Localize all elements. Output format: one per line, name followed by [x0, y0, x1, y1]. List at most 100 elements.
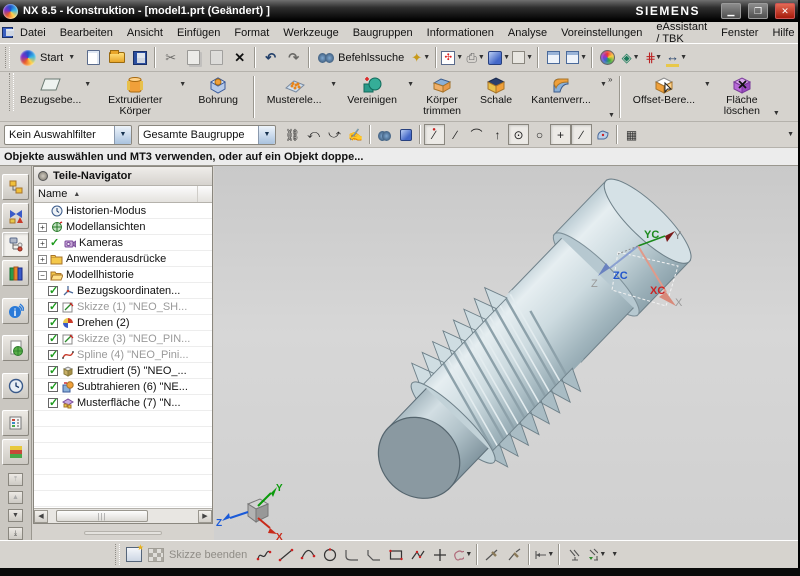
trim-body-button[interactable]: Körper trimmen [414, 73, 470, 121]
hole-button[interactable]: Bohrung [186, 73, 250, 121]
delete-button[interactable]: ✕ [228, 46, 251, 69]
tree-item-subtract[interactable]: Subtrahieren (6) "NE... [34, 379, 212, 395]
switch-window-button[interactable]: ▼ [565, 46, 588, 69]
point-tool-button[interactable] [429, 544, 451, 566]
show-hide-button[interactable]: ◈▼ [619, 46, 642, 69]
render-style-button[interactable]: ⎙▼ [464, 46, 487, 69]
process-studio-tab[interactable] [2, 410, 29, 436]
chevron-down-icon[interactable]: ▼ [773, 110, 780, 117]
toolbar-options-chevron[interactable]: ▼ [611, 551, 618, 558]
toolbar-grip[interactable] [5, 47, 10, 69]
tree-item-model-history[interactable]: − Modellhistorie [34, 267, 212, 283]
rectangle-tool-button[interactable] [385, 544, 407, 566]
tree-item-spline[interactable]: Spline (4) "NEO_Pini... [34, 347, 212, 363]
snap-midpoint-toggle[interactable]: ∕ [445, 124, 466, 145]
extrude-button[interactable]: Extrudierter Körper [91, 73, 179, 121]
minimize-button[interactable]: ▁ [721, 3, 741, 19]
snap-tangent-toggle[interactable]: ⌒ [466, 124, 487, 145]
menu-eassistant[interactable]: eAssistant / TBK [649, 18, 714, 48]
tree-item-user-expressions[interactable]: + Anwenderausdrücke [34, 251, 212, 267]
redo-button[interactable]: ↷ [282, 46, 305, 69]
snap-intersection-toggle[interactable]: + [550, 124, 571, 145]
hd3d-tools-tab[interactable] [2, 335, 29, 361]
selection-scope-combo[interactable]: Gesamte Baugruppe ▼ [138, 125, 276, 145]
scroll-right-arrow[interactable]: ▶ [198, 510, 212, 523]
chevron-down-icon[interactable]: ▼ [330, 81, 337, 88]
constraint-display-button[interactable]: ▼ [585, 544, 607, 566]
panel-splitter[interactable] [33, 526, 213, 539]
menu-bearbeiten[interactable]: Bearbeiten [53, 24, 120, 42]
touch-mode-button[interactable]: ✦▼ [409, 46, 432, 69]
tree-item-datum-csys[interactable]: Bezugskoordinaten... [34, 283, 212, 299]
chamfer-tool-button[interactable] [363, 544, 385, 566]
toolbar-overflow[interactable]: »▼ [607, 73, 616, 121]
assembly-constraints-button[interactable]: ⋕▼ [642, 46, 665, 69]
feature-checkbox[interactable] [48, 350, 58, 360]
menu-format[interactable]: Format [227, 24, 276, 42]
menu-voreinstellungen[interactable]: Voreinstellungen [554, 24, 649, 42]
roles-tab[interactable] [2, 439, 29, 465]
open-file-button[interactable] [105, 46, 128, 69]
menu-einfuegen[interactable]: Einfügen [170, 24, 227, 42]
web-browser-tab[interactable]: i [2, 298, 29, 324]
unite-button[interactable]: Vereinigen [337, 73, 407, 121]
polyline-tool-button[interactable] [407, 544, 429, 566]
solid-body-snap-button[interactable] [395, 124, 416, 145]
select-previous-button[interactable]: ⤺ [303, 124, 324, 145]
reuse-library-tab[interactable] [2, 260, 29, 286]
snap-point-on-face-toggle[interactable] [592, 124, 613, 145]
start-button[interactable]: Start ▼ [13, 46, 82, 70]
fillet-tool-button[interactable] [341, 544, 363, 566]
new-window-button[interactable] [542, 46, 565, 69]
menu-hilfe[interactable]: Hilfe [765, 24, 800, 42]
assembly-navigator-tab[interactable] [2, 174, 29, 200]
chevron-down-icon[interactable]: ▼ [407, 81, 414, 88]
feature-checkbox[interactable] [48, 302, 58, 312]
name-column-header[interactable]: Name ▲ [34, 186, 212, 203]
interpart-select-button[interactable]: ⛓ [282, 124, 303, 145]
line-tool-button[interactable] [275, 544, 297, 566]
collapse-icon[interactable]: − [38, 271, 47, 280]
snap-pole-toggle[interactable]: ↑ [487, 124, 508, 145]
menu-informationen[interactable]: Informationen [420, 24, 501, 42]
toolbar-grip[interactable] [9, 73, 14, 111]
paste-button[interactable] [205, 46, 228, 69]
menu-baugruppen[interactable]: Baugruppen [346, 24, 420, 42]
view-style-button[interactable]: ▼ [511, 46, 534, 69]
arc-tool-button[interactable] [297, 544, 319, 566]
chevron-down-icon[interactable]: ▼ [179, 81, 186, 88]
shaded-view-button[interactable]: ▼ [487, 46, 511, 69]
expand-icon[interactable]: + [38, 223, 47, 232]
resource-scroll-bottom-button[interactable]: ⤓ [8, 527, 23, 540]
scrollbar-thumb[interactable]: ||| [56, 510, 148, 522]
quick-extend-button[interactable] [503, 544, 525, 566]
constraint-navigator-tab[interactable] [2, 203, 29, 229]
cut-button[interactable]: ✂ [159, 46, 182, 69]
feature-checkbox[interactable] [48, 398, 58, 408]
circle-tool-button[interactable] [319, 544, 341, 566]
viewport-3d[interactable]: YC Y ZC Z XC X [214, 166, 798, 540]
studio-spline-button[interactable]: ▼ [451, 544, 473, 566]
rapid-dimension-button[interactable]: ▼ [533, 544, 555, 566]
copy-button[interactable] [182, 46, 205, 69]
save-button[interactable] [128, 46, 151, 69]
history-tab[interactable] [2, 373, 29, 399]
select-hand-button[interactable]: ✍ [345, 124, 366, 145]
undo-button[interactable]: ↶ [259, 46, 282, 69]
grid-snap-button[interactable]: ▦ [621, 124, 642, 145]
feature-checkbox[interactable] [48, 334, 58, 344]
edge-blend-button[interactable]: Kantenverr... [522, 73, 600, 121]
resource-scroll-down-button[interactable]: ▼ [8, 509, 23, 522]
menu-analyse[interactable]: Analyse [501, 24, 554, 42]
offset-region-button[interactable]: Offset-Bere... [624, 73, 704, 121]
tree-item-pattern-face[interactable]: Musterfläche (7) "N... [34, 395, 212, 411]
feature-checkbox[interactable] [48, 286, 58, 296]
new-file-button[interactable] [82, 46, 105, 69]
chevron-down-icon[interactable]: ▼ [600, 81, 607, 88]
fit-view-button[interactable]: ✣▼ [440, 46, 464, 69]
resource-scroll-up-button[interactable]: ▲ [8, 491, 23, 504]
chevron-down-icon[interactable]: ▼ [258, 126, 275, 144]
menu-ansicht[interactable]: Ansicht [120, 24, 170, 42]
selection-filter-combo[interactable]: Kein Auswahlfilter ▼ [4, 125, 132, 145]
feature-checkbox[interactable] [48, 366, 58, 376]
